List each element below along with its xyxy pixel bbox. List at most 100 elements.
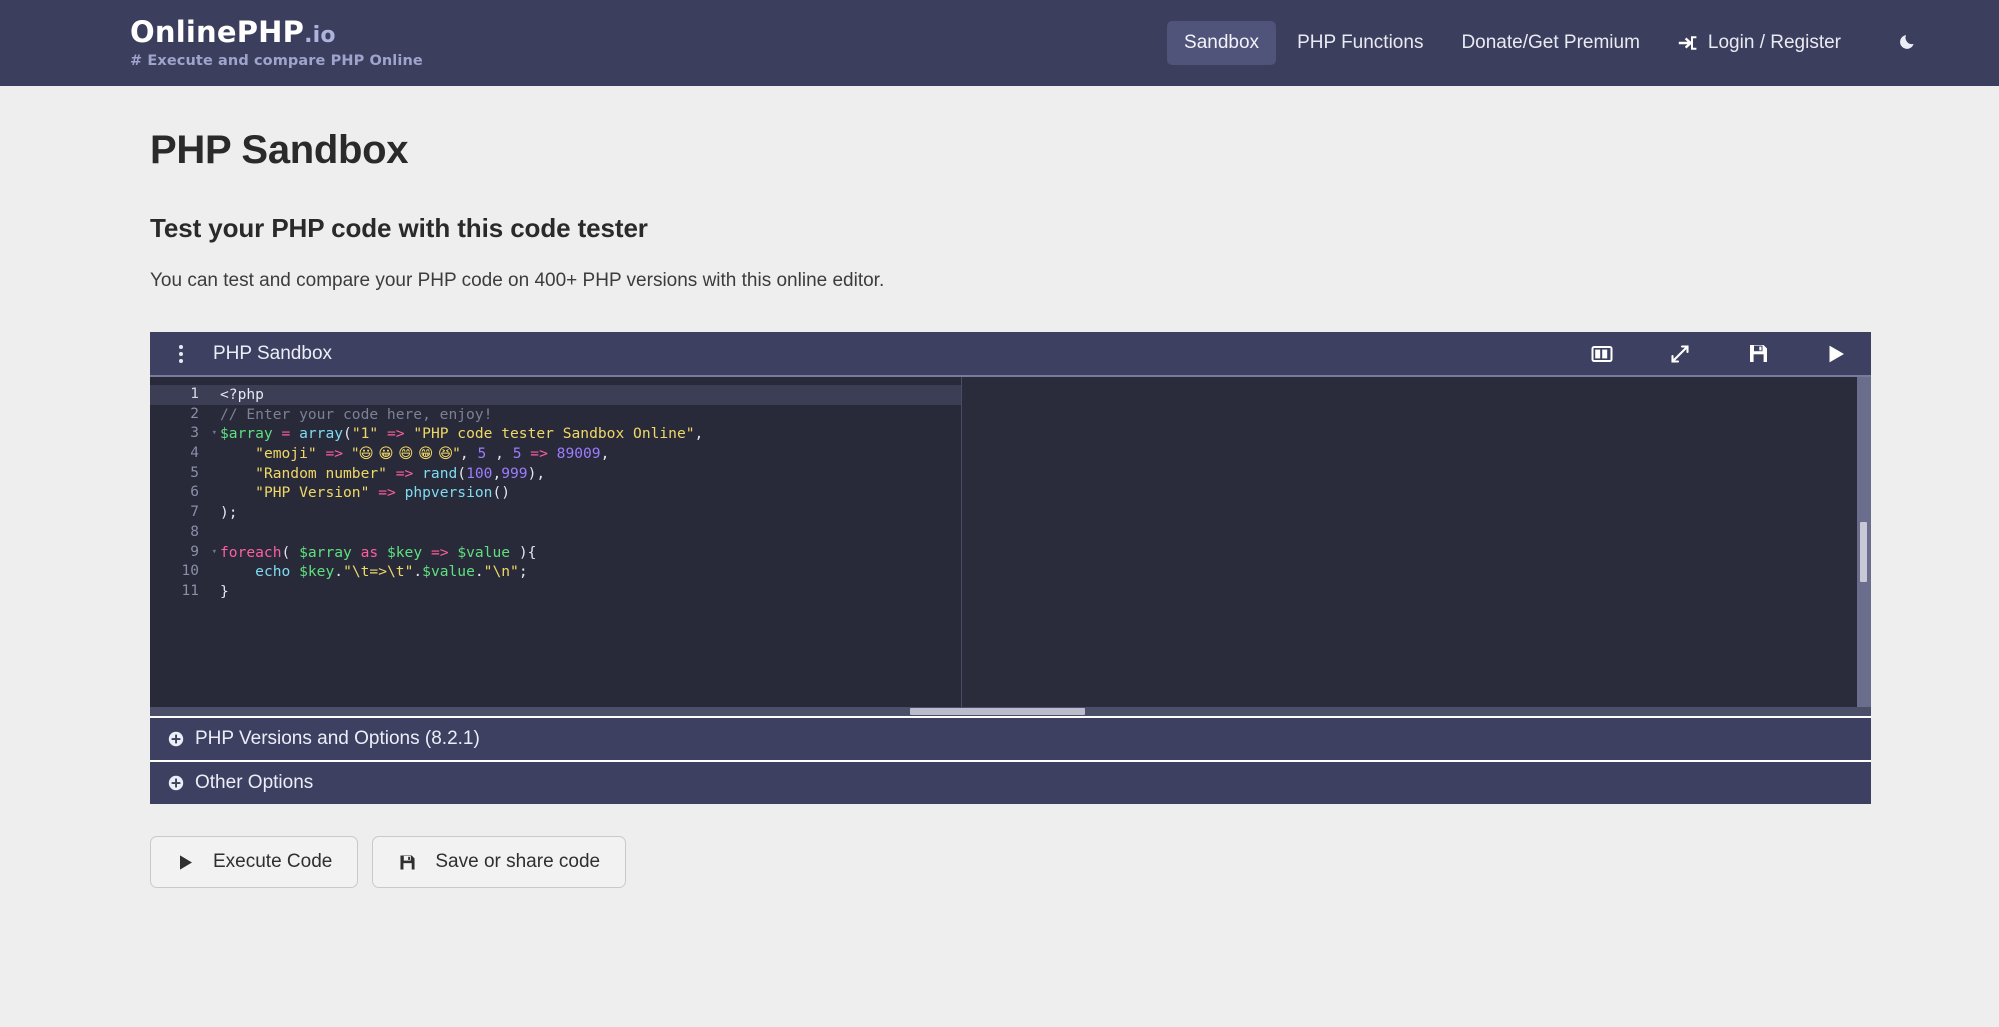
- page-title: PHP Sandbox: [150, 128, 409, 172]
- accordion-php-versions[interactable]: PHP Versions and Options (8.2.1): [150, 716, 1871, 760]
- code-token: ,: [459, 445, 469, 463]
- code-token: // Enter your code here, enjoy!: [220, 405, 493, 423]
- run-icon[interactable]: [1823, 341, 1849, 367]
- nav-item-sandbox[interactable]: Sandbox: [1167, 21, 1277, 65]
- line-number: 1: [150, 385, 206, 405]
- code-token: =>: [430, 543, 449, 561]
- editor-toolbar: PHP Sandbox: [150, 332, 1871, 377]
- code-token: "\n": [483, 563, 519, 581]
- plus-circle-icon: [168, 775, 184, 791]
- code-token: ,: [694, 425, 704, 443]
- code-line: foreach( $array as $key => $value ){: [206, 543, 961, 563]
- code-token: 100: [466, 464, 493, 482]
- code-token: ,: [492, 464, 502, 482]
- code-token: "Random number": [255, 464, 387, 482]
- kebab-menu-icon[interactable]: [170, 344, 192, 363]
- code-token: (: [343, 425, 352, 443]
- line-number: 5: [190, 464, 199, 481]
- code-token: "PHP Version": [255, 484, 370, 502]
- brand-logo[interactable]: OnlinePHP.io # Execute and compare PHP O…: [130, 17, 423, 69]
- plus-circle-icon: [168, 731, 184, 747]
- code-token: ,: [600, 445, 610, 463]
- split-view-icon[interactable]: [1589, 341, 1615, 367]
- code-token: ;: [518, 563, 528, 581]
- code-token: $array: [220, 425, 273, 443]
- code-token: .: [413, 563, 423, 581]
- main-content: PHP Sandbox Test your PHP code with this…: [0, 128, 1999, 888]
- accordion-other-options[interactable]: Other Options: [150, 760, 1871, 804]
- editor-tool-buttons: [1589, 341, 1849, 367]
- save-share-code-button[interactable]: Save or share code: [372, 836, 627, 888]
- code-line: }: [206, 582, 961, 602]
- accordion-label: PHP Versions and Options (8.2.1): [195, 728, 480, 749]
- horizontal-scrollbar-thumb[interactable]: [910, 708, 1085, 715]
- code-token: =>: [325, 445, 344, 463]
- code-token: "PHP code tester Sandbox Online": [413, 425, 695, 443]
- brand-tld: .io: [304, 23, 336, 49]
- editor-title: PHP Sandbox: [213, 342, 333, 364]
- code-token: }: [220, 582, 229, 600]
- horizontal-scrollbar[interactable]: [150, 707, 1871, 716]
- line-number: 8: [190, 523, 199, 540]
- nav-item-donate-premium[interactable]: Donate/Get Premium: [1444, 21, 1656, 65]
- theme-toggle-button[interactable]: [1890, 24, 1927, 62]
- code-token: );: [220, 504, 238, 522]
- line-number-gutter: 1 2 3 ▾ 4 5 6 7 8 9 ▾ 10 11: [150, 377, 217, 716]
- code-line: // Enter your code here, enjoy!: [206, 405, 961, 425]
- code-line: $array = array("1" => "PHP code tester S…: [206, 424, 961, 444]
- code-token: phpversion: [404, 484, 493, 502]
- code-token: "😃 😀 😄 😁 😆": [351, 445, 460, 463]
- code-text-area[interactable]: <?php// Enter your code here, enjoy! $arr…: [206, 377, 961, 716]
- code-token: =>: [395, 464, 414, 482]
- code-token: "1": [351, 425, 379, 443]
- code-token: rand: [422, 464, 458, 482]
- line-number: 2: [190, 405, 199, 422]
- vertical-scrollbar-thumb[interactable]: [1860, 522, 1867, 582]
- nav-item-label: Sandbox: [1184, 32, 1260, 53]
- accordion-label: Other Options: [195, 772, 314, 793]
- section-subtitle: Test your PHP code with this code tester: [150, 213, 648, 243]
- vertical-scrollbar[interactable]: [1857, 377, 1871, 716]
- editor-body: 1 2 3 ▾ 4 5 6 7 8 9 ▾ 10 11 <?php // Enter your code …: [150, 377, 1871, 716]
- nav-item-php-functions[interactable]: PHP Functions: [1280, 21, 1440, 65]
- code-line: "emoji" => "😃 😀 😄 😁 😆", 5 , 5 => 89009,: [206, 444, 961, 464]
- code-token: $value: [457, 543, 511, 561]
- expand-icon[interactable]: [1667, 341, 1693, 367]
- execute-code-button[interactable]: Execute Code: [150, 836, 359, 888]
- code-token: echo: [255, 563, 291, 581]
- code-token: 5: [477, 445, 487, 463]
- line-number: 4: [190, 445, 199, 462]
- action-buttons: Execute Code Save or share code: [150, 836, 1999, 888]
- play-icon: [176, 853, 195, 872]
- button-label: Save or share code: [435, 851, 601, 872]
- code-token: "emoji": [255, 445, 317, 463]
- save-icon[interactable]: [1745, 341, 1771, 367]
- code-token: =>: [530, 445, 548, 463]
- code-token: $key: [386, 543, 423, 561]
- code-token: "\t=>\t": [343, 563, 414, 581]
- nav-item-label: Login / Register: [1707, 32, 1841, 53]
- nav-item-label: Donate/Get Premium: [1461, 32, 1640, 53]
- code-token: ){: [510, 543, 537, 561]
- line-number: 3 ▾: [150, 424, 217, 444]
- code-token: 89009: [556, 445, 601, 463]
- code-token: array: [299, 425, 344, 443]
- line-number: 11: [181, 582, 199, 599]
- code-token: as: [360, 543, 379, 561]
- editor-input-pane[interactable]: 1 2 3 ▾ 4 5 6 7 8 9 ▾ 10 11 <?php // Enter your code …: [150, 377, 962, 716]
- line-number: 6: [190, 484, 199, 501]
- nav-item-login-register[interactable]: Login / Register: [1661, 21, 1858, 65]
- code-token: (: [457, 464, 467, 482]
- code-editor: PHP Sandbox 1 2 3 ▾ 4 5 6 7 8 9 ▾ 10 11 …: [150, 332, 1871, 716]
